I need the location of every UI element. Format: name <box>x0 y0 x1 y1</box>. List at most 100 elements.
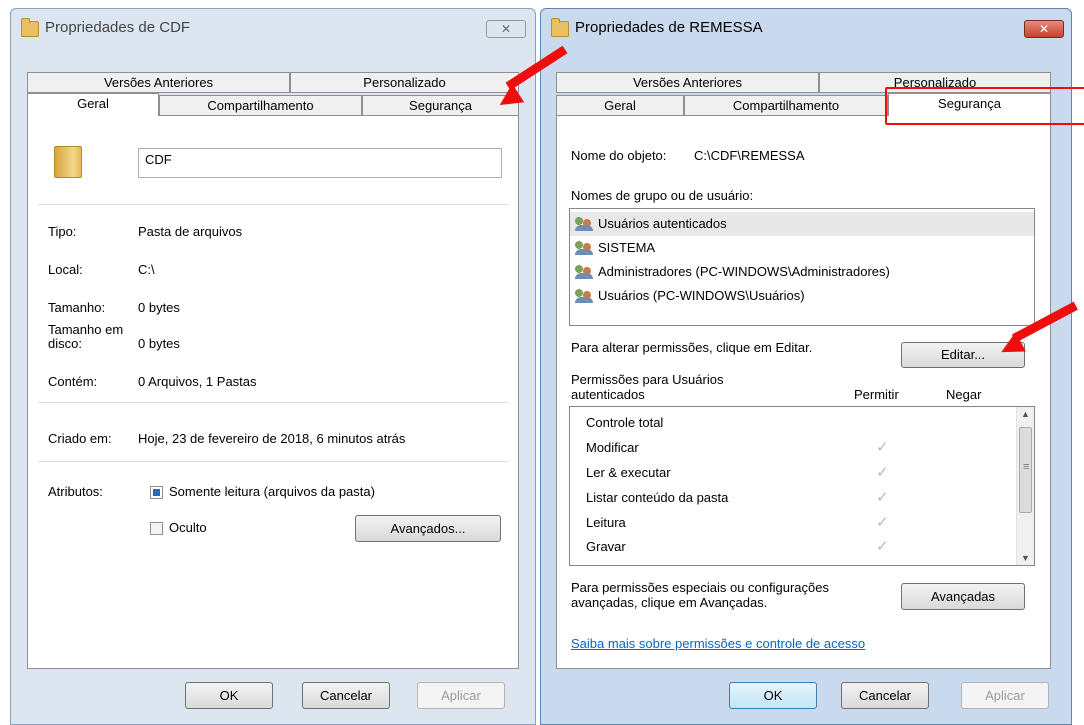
tab-geral[interactable]: Geral <box>27 93 159 116</box>
close-icon: ✕ <box>1038 22 1050 36</box>
permission-name: Modificar <box>586 440 639 455</box>
close-icon: ✕ <box>500 22 512 36</box>
divider <box>38 461 508 462</box>
object-name-label: Nome do objeto: <box>571 148 667 163</box>
tamanho-label: Tamanho: <box>48 300 106 315</box>
tab-versoes-anteriores[interactable]: Versões Anteriores <box>27 72 290 93</box>
cancel-button[interactable]: Cancelar <box>302 682 390 709</box>
tamanho-disco-label: Tamanho em disco: <box>48 322 124 351</box>
learn-more-link[interactable]: Saiba mais sobre permissões e controle d… <box>571 636 865 651</box>
advanced-button[interactable]: Avançados... <box>355 515 501 542</box>
readonly-checkbox[interactable] <box>150 486 163 499</box>
title-bar[interactable]: Propriedades de CDF ✕ <box>11 9 535 41</box>
criado-label: Criado em: <box>48 431 112 446</box>
folder-icon <box>551 18 569 37</box>
group-name: Usuários autenticados <box>598 216 727 231</box>
list-item[interactable]: SISTEMA <box>570 236 1034 260</box>
check-icon: ✓ <box>876 538 889 555</box>
permissions-list[interactable]: Controle total Modificar ✓ Ler & executa… <box>569 406 1035 566</box>
users-icon <box>575 289 593 303</box>
list-item[interactable]: Usuários autenticados <box>570 212 1034 236</box>
permissions-label-cont: autenticados <box>571 387 645 402</box>
security-panel: Nome do objeto: C:\CDF\REMESSA Nomes de … <box>556 115 1051 669</box>
apply-button[interactable]: Aplicar <box>961 682 1049 709</box>
list-item[interactable]: Administradores (PC-WINDOWS\Administrado… <box>570 260 1034 284</box>
properties-window-remessa: Propriedades de REMESSA ✕ Versões Anteri… <box>540 8 1072 725</box>
atributos-label: Atributos: <box>48 484 103 499</box>
tipo-value: Pasta de arquivos <box>138 224 243 239</box>
group-name: SISTEMA <box>598 240 656 255</box>
folder-icon <box>21 18 39 37</box>
group-name: Administradores (PC-WINDOWS\Administrado… <box>598 264 890 279</box>
tab-personalizado[interactable]: Personalizado <box>290 72 519 93</box>
window-title: Propriedades de REMESSA <box>575 19 763 36</box>
deny-header: Negar <box>946 387 982 402</box>
table-row: Listar conteúdo da pasta ✓ <box>570 486 1034 510</box>
users-icon <box>575 265 593 279</box>
folder-icon <box>54 146 82 178</box>
check-icon: ✓ <box>876 439 889 456</box>
table-row: Ler & executar ✓ <box>570 461 1034 485</box>
allow-header: Permitir <box>854 387 899 402</box>
advanced-hint: Para permissões especiais ou configuraçõ… <box>571 580 829 595</box>
table-row: Gravar ✓ <box>570 535 1034 559</box>
users-icon <box>575 241 593 255</box>
tab-compartilhamento[interactable]: Compartilhamento <box>684 95 888 116</box>
scroll-up-icon[interactable]: ▲ <box>1021 409 1030 419</box>
divider <box>38 204 508 205</box>
users-icon <box>575 217 593 231</box>
cancel-button[interactable]: Cancelar <box>841 682 929 709</box>
close-button[interactable]: ✕ <box>1024 20 1064 38</box>
check-icon: ✓ <box>876 464 889 481</box>
tamanho-disco-value: 0 bytes <box>138 336 180 351</box>
tab-compartilhamento[interactable]: Compartilhamento <box>159 95 362 116</box>
readonly-label: Somente leitura (arquivos da pasta) <box>169 484 375 499</box>
scroll-grip-icon: ≡ <box>1023 461 1030 473</box>
close-button[interactable]: ✕ <box>486 20 526 38</box>
contem-label: Contém: <box>48 374 98 389</box>
local-value: C:\ <box>138 262 155 277</box>
table-row: Leitura ✓ <box>570 511 1034 535</box>
contem-value: 0 Arquivos, 1 Pastas <box>138 374 257 389</box>
apply-button[interactable]: Aplicar <box>417 682 505 709</box>
advanced-button[interactable]: Avançadas <box>901 583 1025 610</box>
advanced-hint-cont: avançadas, clique em Avançadas. <box>571 595 768 610</box>
permission-name: Listar conteúdo da pasta <box>586 490 729 505</box>
scroll-thumb[interactable]: ≡ <box>1019 427 1032 513</box>
window-title: Propriedades de CDF <box>45 19 191 36</box>
check-icon: ✓ <box>876 489 889 506</box>
tamanho-value: 0 bytes <box>138 300 180 315</box>
permission-name: Ler & executar <box>586 465 671 480</box>
hidden-checkbox[interactable] <box>150 522 163 535</box>
tipo-label: Tipo: <box>48 224 77 239</box>
group-name: Usuários (PC-WINDOWS\Usuários) <box>598 288 805 303</box>
title-bar[interactable]: Propriedades de REMESSA ✕ <box>541 9 1071 41</box>
annotation-arrow-icon <box>493 45 578 115</box>
permission-name: Controle total <box>586 415 664 430</box>
tab-seguranca[interactable]: Segurança <box>888 93 1051 116</box>
object-name-value: C:\CDF\REMESSA <box>694 148 805 163</box>
general-panel: CDF Tipo: Pasta de arquivos Local: C:\ T… <box>27 115 519 669</box>
check-icon: ✓ <box>876 514 889 531</box>
table-row: Modificar ✓ <box>570 436 1034 460</box>
groups-label: Nomes de grupo ou de usuário: <box>571 188 754 203</box>
list-item[interactable]: Usuários (PC-WINDOWS\Usuários) <box>570 284 1034 308</box>
divider <box>38 402 508 403</box>
edit-hint: Para alterar permissões, clique em Edita… <box>571 340 813 355</box>
ok-button[interactable]: OK <box>729 682 817 709</box>
annotation-arrow-icon <box>996 301 1084 362</box>
folder-name-input[interactable]: CDF <box>138 148 502 178</box>
hidden-label: Oculto <box>169 520 207 535</box>
groups-list[interactable]: Usuários autenticados SISTEMA Administra… <box>569 208 1035 326</box>
ok-button[interactable]: OK <box>185 682 273 709</box>
table-row: Controle total <box>570 411 1034 435</box>
criado-value: Hoje, 23 de fevereiro de 2018, 6 minutos… <box>138 431 406 446</box>
properties-window-cdf: Propriedades de CDF ✕ Versões Anteriores… <box>10 8 536 725</box>
tab-versoes-anteriores[interactable]: Versões Anteriores <box>556 72 819 93</box>
permission-name: Leitura <box>586 515 626 530</box>
local-label: Local: <box>48 262 83 277</box>
permissions-label: Permissões para Usuários <box>571 372 724 387</box>
permission-name: Gravar <box>586 539 626 554</box>
scrollbar[interactable]: ▲ ≡ ▼ <box>1016 407 1034 565</box>
scroll-down-icon[interactable]: ▼ <box>1021 553 1030 563</box>
